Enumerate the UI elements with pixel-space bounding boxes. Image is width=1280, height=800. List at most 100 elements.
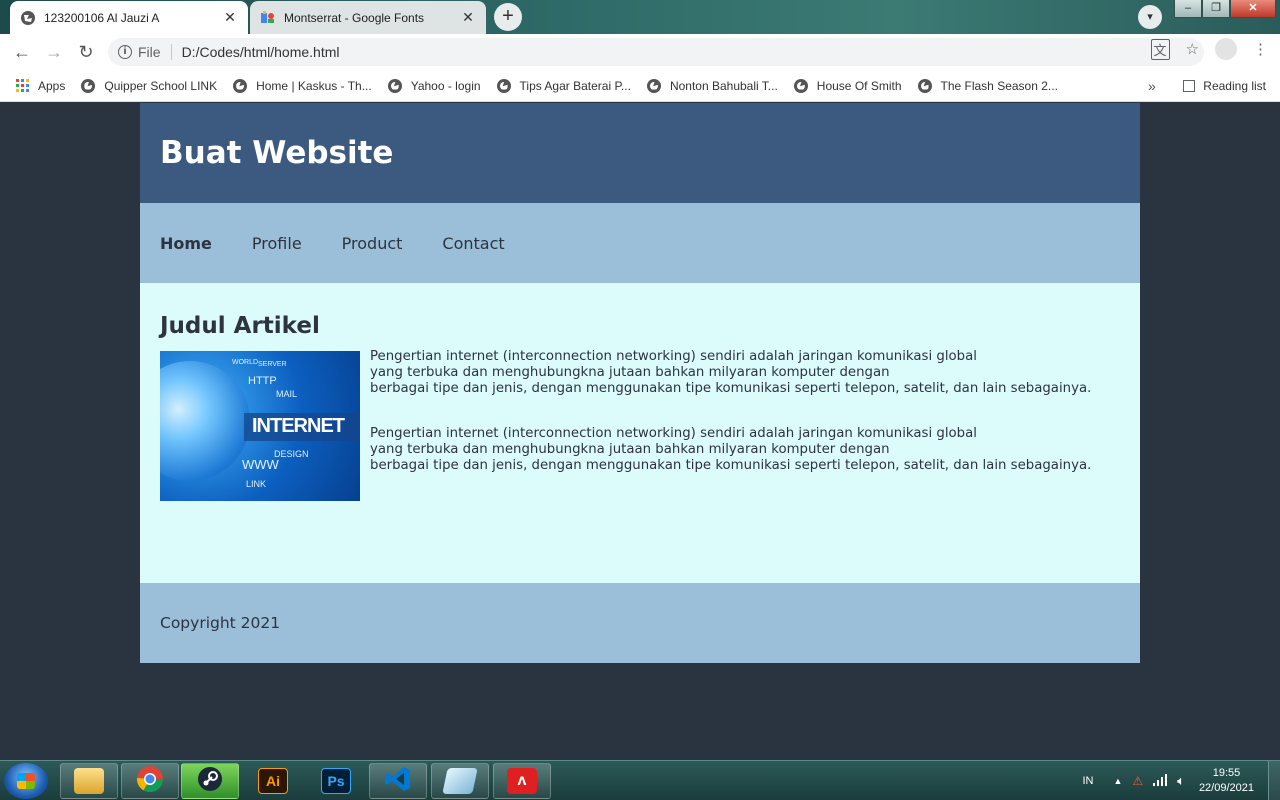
paragraph-line: yang terbuka dan menghubungkna jutaan ba… <box>370 365 890 380</box>
tab-search-icon[interactable]: ▾ <box>1138 5 1162 29</box>
image-main-text: INTERNET <box>252 415 345 437</box>
tab-label: 123200106 Al Jauzi A <box>44 10 160 25</box>
globe-graphic <box>160 361 250 481</box>
bookmark-item[interactable]: Tips Agar Baterai P... <box>496 78 631 93</box>
image-http-text: HTTP <box>248 375 277 387</box>
clock-time: 19:55 <box>1212 767 1241 779</box>
image-world-text: WORLD <box>232 359 259 366</box>
article-heading: Judul Artikel <box>160 313 320 339</box>
taskbar-vscode[interactable] <box>369 763 427 799</box>
copyright-text: Copyright 2021 <box>160 614 281 632</box>
taskbar-steam[interactable] <box>181 763 239 799</box>
globe-icon <box>646 78 661 93</box>
reading-list-icon <box>1183 80 1196 92</box>
globe-icon <box>81 78 96 93</box>
signal-bars-icon[interactable] <box>1153 773 1168 789</box>
vscode-icon <box>384 765 412 798</box>
taskbar-chrome[interactable] <box>121 763 179 799</box>
volume-icon[interactable]: 🔈︎ <box>1177 773 1185 789</box>
bookmark-label: House Of Smith <box>816 78 902 93</box>
profile-avatar-icon[interactable] <box>1215 38 1237 60</box>
paragraph-line: berbagai tipe dan jenis, dengan mengguna… <box>370 381 1092 396</box>
bookmark-item[interactable]: Home | Kaskus - Th... <box>233 78 372 93</box>
divider <box>170 44 172 60</box>
taskbar-acrobat[interactable]: ᴧ <box>493 763 551 799</box>
address-bar[interactable]: i File D:/Codes/html/home.html <box>108 38 1204 66</box>
bookmark-label: Apps <box>38 78 66 93</box>
taskbar-photoshop[interactable]: Ps <box>307 763 365 799</box>
paragraph-line: yang terbuka dan menghubungkna jutaan ba… <box>370 442 890 457</box>
page-viewport: Buat Website Home Profile Product Contac… <box>0 103 1280 760</box>
apps-grid-icon <box>16 79 29 92</box>
globe-icon <box>496 78 511 93</box>
notes-icon <box>442 768 478 794</box>
taskbar-notes[interactable] <box>431 763 489 799</box>
paragraph-line: Pengertian internet (interconnection net… <box>370 426 977 441</box>
window-controls: – ❐ ✕ <box>1174 0 1276 18</box>
image-link-text: LINK <box>246 479 267 489</box>
tab-google-fonts[interactable]: Montserrat - Google Fonts ✕ <box>250 1 486 34</box>
minimize-button[interactable]: – <box>1174 0 1202 18</box>
reload-icon[interactable]: ↻ <box>70 36 102 68</box>
bookmark-label: Yahoo - login <box>410 78 481 93</box>
bookmark-item[interactable]: The Flash Season 2... <box>917 78 1058 93</box>
back-arrow-icon[interactable]: ← <box>6 36 38 68</box>
reading-list-button[interactable]: Reading list <box>1183 70 1266 102</box>
site-header: Buat Website <box>140 103 1140 203</box>
taskbar-illustrator[interactable]: Ai <box>244 763 302 799</box>
bookmark-apps[interactable]: Apps <box>16 79 65 93</box>
network-warning-icon[interactable]: ⚠ <box>1132 774 1143 788</box>
image-mail-text: MAIL <box>276 389 298 399</box>
forward-arrow-icon[interactable]: → <box>38 36 70 68</box>
bookmark-item[interactable]: Yahoo - login <box>387 78 481 93</box>
browser-titlebar: 123200106 Al Jauzi A ✕ Montserrat - Goog… <box>0 0 1280 34</box>
acrobat-icon: ᴧ <box>507 768 537 794</box>
bookmark-item[interactable]: Quipper School LINK <box>81 78 217 93</box>
show-desktop-button[interactable] <box>1268 761 1280 800</box>
article-paragraph: Pengertian internet (interconnection net… <box>370 349 1091 397</box>
translate-icon[interactable]: 文 <box>1150 38 1170 60</box>
clock-date: 22/09/2021 <box>1198 782 1254 794</box>
new-tab-button[interactable]: + <box>494 3 522 31</box>
language-indicator[interactable]: IN <box>1082 775 1093 787</box>
tab-home[interactable]: 123200106 Al Jauzi A ✕ <box>10 1 248 34</box>
menu-kebab-icon[interactable]: ⋮ <box>1253 40 1268 58</box>
maximize-button[interactable]: ❐ <box>1202 0 1230 18</box>
info-icon[interactable]: i <box>118 45 132 59</box>
bookmark-label: Home | Kaskus - Th... <box>256 78 372 93</box>
system-tray: IN ▲ ⚠ 🔈︎ 19:55 22/09/2021 <box>1082 761 1280 800</box>
globe-icon <box>387 78 402 93</box>
close-icon[interactable]: ✕ <box>222 9 238 26</box>
image-server-text: SERVER <box>258 361 287 368</box>
close-window-button[interactable]: ✕ <box>1230 0 1276 18</box>
close-icon[interactable]: ✕ <box>460 9 476 26</box>
bookmark-star-icon[interactable]: ☆ <box>1186 40 1199 58</box>
clock[interactable]: 19:55 22/09/2021 <box>1199 766 1254 796</box>
bookmark-label: Nonton Bahubali T... <box>669 78 778 93</box>
start-button[interactable] <box>4 763 48 799</box>
illustrator-icon: Ai <box>258 768 288 794</box>
bookmarks-overflow-button[interactable]: » <box>1148 70 1156 102</box>
url-text[interactable]: D:/Codes/html/home.html <box>182 44 340 60</box>
globe-icon <box>793 78 808 93</box>
reading-list-label: Reading list <box>1203 79 1266 93</box>
bookmark-item[interactable]: Nonton Bahubali T... <box>646 78 778 93</box>
article: INTERNET HTTP WWW MAIL DESIGN LINK WORLD… <box>160 349 1120 501</box>
bookmark-item[interactable]: House Of Smith <box>793 78 902 93</box>
nav-link-profile[interactable]: Profile <box>252 234 302 253</box>
taskbar-file-explorer[interactable] <box>60 763 118 799</box>
paragraph-line: Pengertian internet (interconnection net… <box>370 349 977 364</box>
nav-link-home[interactable]: Home <box>160 234 212 253</box>
photoshop-icon: Ps <box>321 768 351 794</box>
globe-icon <box>233 78 248 93</box>
site-main: Judul Artikel INTERNET HTTP WWW MAIL DES… <box>140 283 1140 583</box>
google-fonts-icon <box>260 10 276 26</box>
tab-label: Montserrat - Google Fonts <box>284 10 425 25</box>
nav-link-contact[interactable]: Contact <box>442 234 504 253</box>
show-hidden-icons-icon[interactable]: ▲ <box>1113 776 1122 786</box>
bookmarks-bar: Apps Quipper School LINK Home | Kaskus -… <box>0 70 1280 102</box>
nav-link-product[interactable]: Product <box>342 234 403 253</box>
folder-icon <box>74 768 104 794</box>
site-nav: Home Profile Product Contact <box>140 203 1140 283</box>
browser-toolbar: ← → ↻ i File D:/Codes/html/home.html 文 ☆… <box>0 34 1280 70</box>
